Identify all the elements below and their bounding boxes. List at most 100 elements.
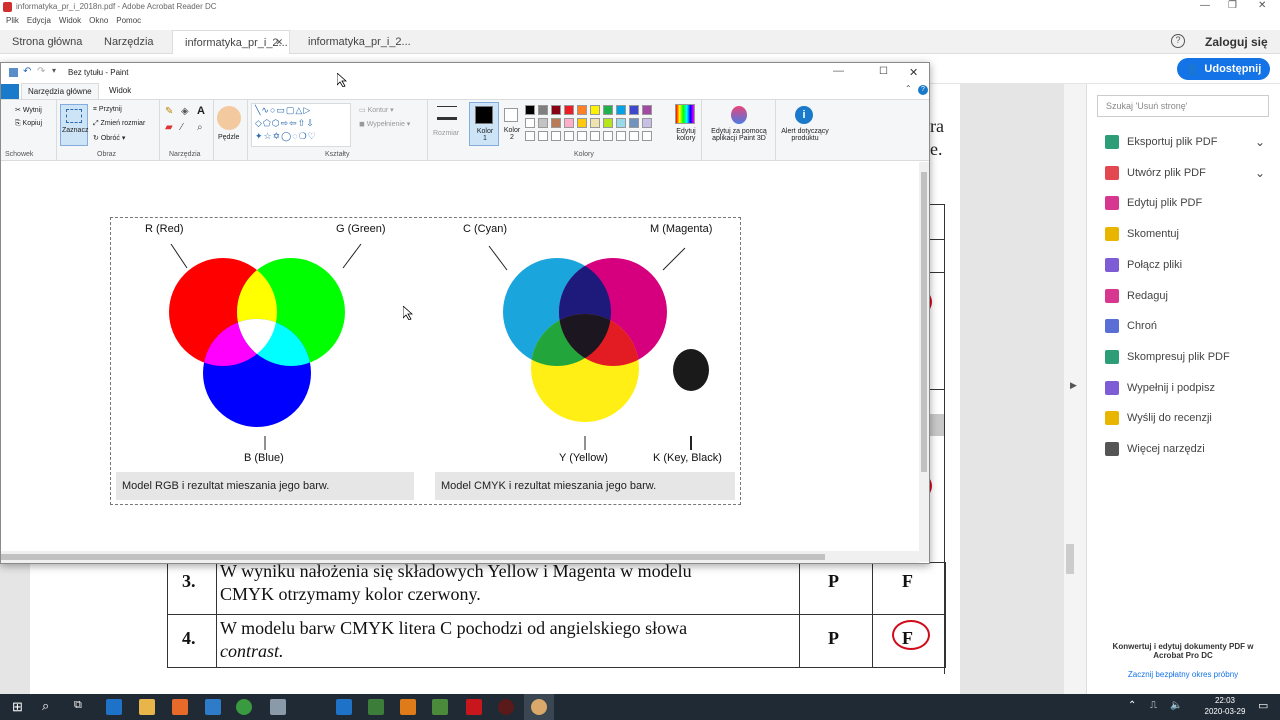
palette-swatch[interactable] — [642, 118, 652, 128]
login-button[interactable]: Zaloguj się — [1205, 35, 1268, 49]
palette-swatch[interactable] — [590, 118, 600, 128]
palette-swatch[interactable] — [603, 105, 613, 115]
redo-icon[interactable]: ↷ — [37, 66, 45, 77]
vertical-scrollbar[interactable] — [919, 162, 929, 562]
maximize-button[interactable]: ☐ — [879, 66, 888, 77]
custom-swatch[interactable] — [590, 131, 600, 141]
outline-button[interactable]: ▭ Kontur ▾ — [359, 106, 394, 114]
palette-swatch[interactable] — [577, 105, 587, 115]
palette-swatch[interactable] — [642, 105, 652, 115]
text-tool-icon[interactable]: A — [197, 105, 205, 117]
horizontal-scrollbar[interactable] — [1, 551, 919, 563]
scrollbar-thumb[interactable] — [1066, 544, 1074, 574]
minimize-button[interactable]: — — [1200, 0, 1210, 11]
palette-swatch[interactable] — [629, 118, 639, 128]
tool-item[interactable]: Utwórz plik PDF ⌄ — [1105, 163, 1265, 183]
paint-taskbar-button[interactable] — [524, 694, 554, 720]
share-button[interactable]: 👤 Udostępnij — [1177, 58, 1270, 80]
palette-swatch[interactable] — [538, 105, 548, 115]
app-icon-5[interactable] — [498, 699, 514, 715]
palette-swatch[interactable] — [525, 118, 535, 128]
custom-swatch[interactable] — [642, 131, 652, 141]
color-1-button[interactable]: Kolor 1 — [469, 102, 499, 146]
tool-item[interactable]: Eksportuj plik PDF ⌄ — [1105, 132, 1265, 152]
quick-access-dropdown-icon[interactable]: ▾ — [52, 66, 56, 75]
custom-swatch[interactable] — [551, 131, 561, 141]
tool-item[interactable]: Edytuj plik PDF — [1105, 193, 1202, 213]
color-2-button[interactable]: Kolor 2 — [501, 102, 523, 146]
photos-icon[interactable] — [205, 699, 221, 715]
select-button[interactable]: Zaznacz — [60, 104, 88, 146]
menu-view[interactable]: Widok — [59, 16, 81, 25]
palette-swatch[interactable] — [551, 105, 561, 115]
help-icon[interactable]: ? — [918, 85, 928, 95]
custom-swatch[interactable] — [577, 131, 587, 141]
menu-help[interactable]: Pomoc — [116, 16, 141, 25]
app-icon-3[interactable] — [400, 699, 416, 715]
volume-icon[interactable]: 🔈 — [1170, 700, 1182, 711]
close-button[interactable]: ✕ — [1258, 0, 1266, 11]
brushes-button[interactable]: Pędzle — [218, 134, 239, 141]
help-icon[interactable]: ? — [1171, 34, 1185, 48]
product-alert-button[interactable]: Alert dotyczący produktu — [777, 128, 833, 142]
tool-item[interactable]: Połącz pliki — [1105, 255, 1182, 275]
paint-canvas[interactable]: R (Red) G (Green) B (Blue) C (Cyan) M (M… — [1, 162, 919, 550]
tab-view[interactable]: Widok — [109, 86, 131, 95]
custom-swatch[interactable] — [629, 131, 639, 141]
menu-window[interactable]: Okno — [89, 16, 108, 25]
tool-item[interactable]: Więcej narzędzi — [1105, 439, 1205, 459]
acrobat-taskbar-icon[interactable] — [466, 699, 482, 715]
chrome-icon[interactable] — [236, 699, 252, 715]
palette-swatch[interactable] — [629, 105, 639, 115]
app-icon-4[interactable] — [432, 699, 448, 715]
fill-icon[interactable]: ◈ — [181, 106, 189, 117]
app-icon-2[interactable] — [368, 699, 384, 715]
pencil-icon[interactable]: ✎ — [165, 106, 173, 117]
tool-item[interactable]: Skomentuj — [1105, 224, 1179, 244]
size-icon[interactable] — [437, 106, 457, 120]
expand-panel-icon[interactable]: ▶ — [1070, 380, 1077, 391]
shapes-gallery[interactable]: ╲∿○▭▢△▷ ◇⬠⬡⇨⇦⇧⇩ ✦☆✡◯◌❍♡ — [251, 103, 351, 147]
tab-doc-1[interactable]: informatyka_pr_i_2... ✕ — [172, 30, 290, 54]
palette-swatch[interactable] — [564, 105, 574, 115]
file-explorer-icon[interactable] — [139, 699, 155, 715]
tab-tools[interactable]: Narzędzia — [92, 30, 166, 54]
palette-swatch[interactable] — [551, 118, 561, 128]
tab-doc-2[interactable]: informatyka_pr_i_2... — [296, 30, 423, 54]
tab-home[interactable]: Strona główna — [0, 30, 94, 54]
clock-date[interactable]: 2020-03-29 — [1198, 707, 1252, 716]
palette-swatch[interactable] — [577, 118, 587, 128]
tool-item[interactable]: Wyślij do recenzji — [1105, 408, 1212, 428]
edge-icon[interactable] — [106, 699, 122, 715]
network-icon[interactable]: ⎍ — [1150, 700, 1157, 711]
rotate-button[interactable]: ↻ Obróć ▾ — [93, 134, 125, 142]
tool-item[interactable]: Skompresuj plik PDF — [1105, 347, 1230, 367]
tab-home[interactable]: Narzędzia główne — [21, 83, 99, 99]
task-view-icon[interactable]: ⧉ — [74, 699, 82, 712]
collapse-ribbon-icon[interactable]: ⌃ — [905, 84, 912, 93]
eraser-icon[interactable]: ▰ — [165, 122, 173, 133]
palette-swatch[interactable] — [616, 105, 626, 115]
answer-f-3[interactable]: F — [902, 571, 913, 592]
save-icon[interactable] — [9, 68, 18, 77]
search-icon[interactable]: ⌕ — [42, 698, 49, 714]
menu-file[interactable]: Plik — [6, 16, 19, 25]
clock-time[interactable]: 22:03 — [1202, 696, 1248, 705]
palette-swatch[interactable] — [603, 118, 613, 128]
tool-item[interactable]: Chroń — [1105, 316, 1157, 336]
notifications-icon[interactable]: ▭ — [1258, 699, 1268, 712]
magnifier-icon[interactable]: ⌕ — [197, 122, 203, 133]
palette-swatch[interactable] — [616, 118, 626, 128]
edge-icon-2[interactable] — [336, 699, 352, 715]
scrollbar-thumb[interactable] — [921, 172, 927, 472]
search-tools-input[interactable]: Szukaj 'Usuń stronę' — [1097, 95, 1269, 117]
windows-start-icon[interactable]: ⊞ — [12, 699, 23, 715]
tool-item[interactable]: Redaguj — [1105, 286, 1168, 306]
custom-swatch[interactable] — [538, 131, 548, 141]
fill-button[interactable]: ◼ Wypełnienie ▾ — [359, 120, 410, 128]
brush-icon[interactable] — [217, 106, 241, 130]
close-button[interactable]: ✕ — [909, 66, 918, 79]
custom-swatch[interactable] — [564, 131, 574, 141]
cut-button[interactable]: ✂ Wytnij — [15, 106, 42, 114]
copy-button[interactable]: ⎘ Kopiuj — [15, 120, 42, 128]
